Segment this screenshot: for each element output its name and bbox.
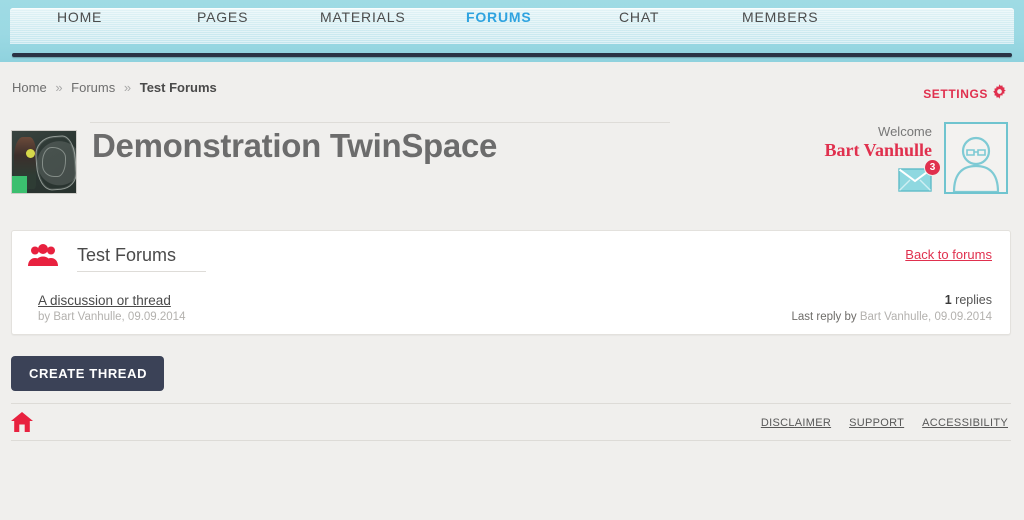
breadcrumb-item-current: Test Forums [139,80,217,95]
nav-item-forums[interactable]: FORUMS [466,9,531,25]
thread-title-link[interactable]: A discussion or thread [38,293,171,308]
page-title: Demonstration TwinSpace [92,127,498,164]
nav-item-chat[interactable]: CHAT [619,9,659,25]
envelope-icon [898,168,932,196]
footer-bottom-divider [11,440,1011,441]
user-panel: Welcome Bart Vanhulle 3 [824,122,1008,197]
title-divider [90,122,670,123]
message-count-badge: 3 [924,159,941,176]
breadcrumb-item-home[interactable]: Home [12,80,47,95]
forum-card-header: Test Forums [28,244,207,273]
settings-label: SETTINGS [923,87,988,101]
thread-replies-count: 1 replies [945,293,992,307]
footer-link-disclaimer[interactable]: DISCLAIMER [761,417,831,429]
home-icon [11,412,33,432]
thread-author-meta: by Bart Vanhulle, 09.09.2014 [38,311,186,323]
forum-card: Test Forums Back to forums A discussion … [11,230,1011,335]
replies-label: replies [951,293,992,307]
forum-title: Test Forums [77,245,207,272]
nav-item-materials[interactable]: MATERIALS [320,9,406,25]
replies-number: 1 [944,293,952,307]
footer-links: DISCLAIMER SUPPORT ACCESSIBILITY [761,417,1008,429]
back-to-forums-link[interactable]: Back to forums [905,247,992,262]
avatar[interactable] [944,122,1008,194]
user-avatar-icon [952,136,1000,192]
nav-item-home[interactable]: HOME [57,9,102,25]
messages-button[interactable]: 3 [898,159,941,197]
settings-button[interactable]: SETTINGS [923,83,1008,105]
footer-home-button[interactable] [11,412,33,437]
welcome-label: Welcome [878,124,932,139]
footer-top-divider [11,403,1011,404]
nav-item-pages[interactable]: PAGES [197,9,248,25]
breadcrumb-separator-2: » [123,80,132,95]
nav-item-members[interactable]: MEMBERS [742,9,818,25]
breadcrumb: Home » Forums » Test Forums [12,80,217,95]
group-people-icon [28,244,58,273]
footer-link-support[interactable]: SUPPORT [849,417,904,429]
footer-link-accessibility[interactable]: ACCESSIBILITY [922,417,1008,429]
gear-icon [991,83,1008,105]
breadcrumb-item-forums[interactable]: Forums [71,80,115,95]
twinspace-thumbnail [11,130,77,194]
last-reply-meta: Bart Vanhulle, 09.09.2014 [859,311,992,323]
last-reply-prefix: Last reply by [791,311,860,323]
breadcrumb-separator-1: » [55,80,63,95]
top-banner: HOME PAGES MATERIALS FORUMS CHAT MEMBERS [0,0,1024,62]
welcome-text: Welcome Bart Vanhulle 3 [824,122,944,197]
thread-last-reply: Last reply by Bart Vanhulle, 09.09.2014 [791,311,992,323]
nav-bottom-rule [12,53,1012,57]
create-thread-button[interactable]: CREATE THREAD [11,356,165,391]
user-name[interactable]: Bart Vanhulle [824,140,932,161]
